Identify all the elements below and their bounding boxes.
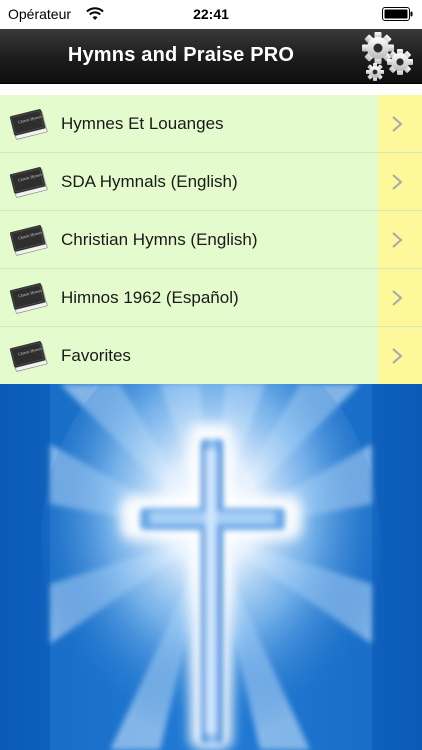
chevron-right-icon <box>392 116 403 132</box>
disclosure-cell[interactable] <box>378 211 422 268</box>
book-icon: Classic Hymns <box>9 283 48 314</box>
gears-icon[interactable] <box>358 31 416 83</box>
list-item-label: Hymnes Et Louanges <box>61 114 224 133</box>
list-item-label: Himnos 1962 (Español) <box>61 288 239 307</box>
disclosure-cell[interactable] <box>378 95 422 152</box>
chevron-right-icon <box>392 348 403 364</box>
disclosure-cell[interactable] <box>378 153 422 210</box>
list-item-christian-hymns[interactable]: Classic Hymns Christian Hymns (English) <box>0 211 422 269</box>
chevron-right-icon <box>392 232 403 248</box>
list-item-favorites[interactable]: Classic Hymns Favorites <box>0 327 422 385</box>
app-screen: Opérateur 22:41 Hymns and Praise PRO Cla… <box>0 0 422 750</box>
disclosure-cell[interactable] <box>378 327 422 385</box>
list-item-hymnes-et-louanges[interactable]: Classic Hymns Hymnes Et Louanges <box>0 95 422 153</box>
navigation-bar: Hymns and Praise PRO <box>0 29 422 84</box>
list-item-sda-hymnals[interactable]: Classic Hymns SDA Hymnals (English) <box>0 153 422 211</box>
hymnal-list: Classic Hymns Hymnes Et Louanges Classic… <box>0 95 422 385</box>
battery-icon <box>382 7 413 21</box>
chevron-right-icon <box>392 174 403 190</box>
list-item-label: Christian Hymns (English) <box>61 230 258 249</box>
list-item-label: Favorites <box>61 346 131 365</box>
book-icon: Classic Hymns <box>9 225 48 256</box>
app-title: Hymns and Praise PRO <box>67 44 295 66</box>
clock: 22:41 <box>193 6 229 22</box>
chevron-right-icon <box>392 290 403 306</box>
book-icon: Classic Hymns <box>9 341 48 372</box>
book-icon: Classic Hymns <box>9 109 48 140</box>
status-bar: Opérateur 22:41 <box>0 0 422 29</box>
book-icon: Classic Hymns <box>9 167 48 198</box>
list-item-label: SDA Hymnals (English) <box>61 172 238 191</box>
disclosure-cell[interactable] <box>378 269 422 326</box>
cross-image <box>0 384 422 750</box>
list-item-himnos-1962[interactable]: Classic Hymns Himnos 1962 (Español) <box>0 269 422 327</box>
